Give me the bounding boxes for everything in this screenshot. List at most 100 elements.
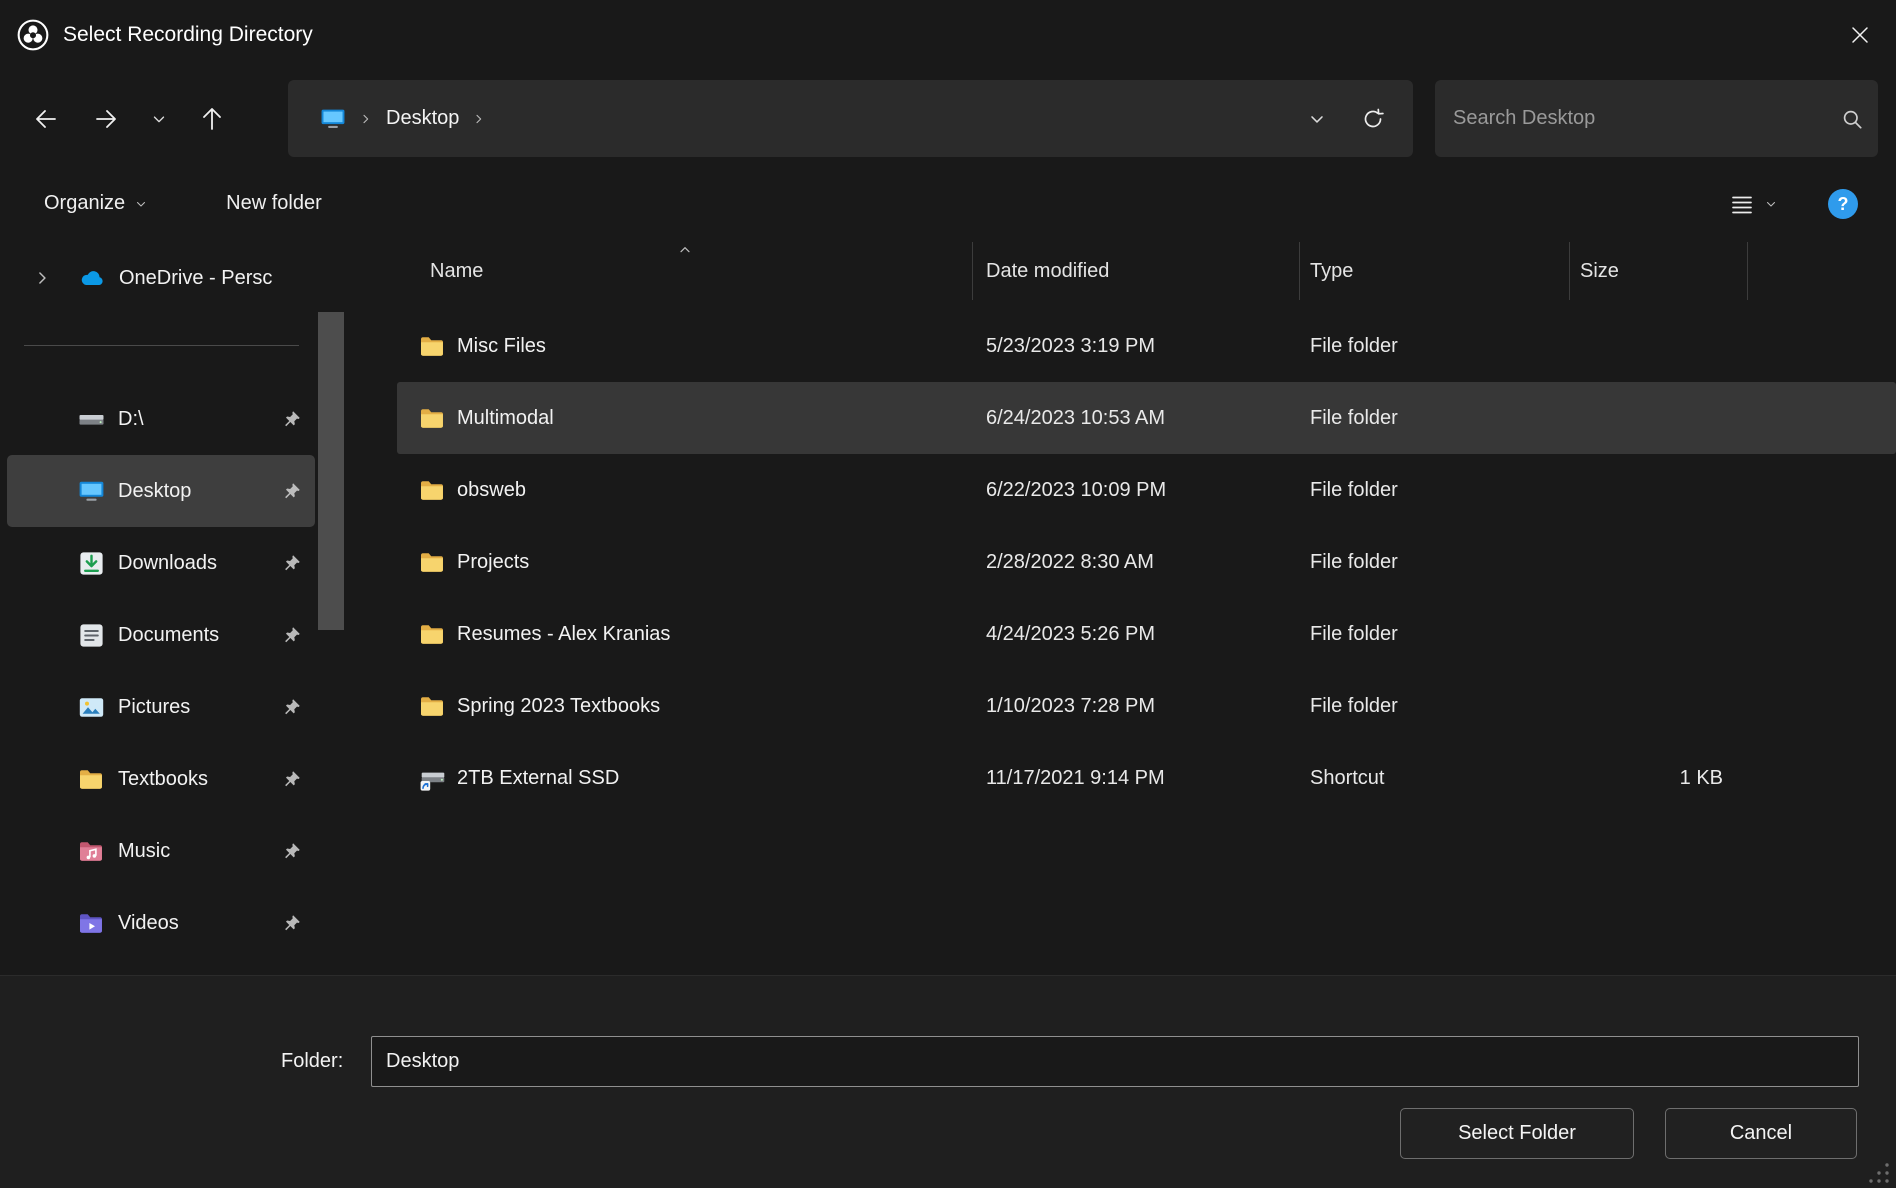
file-row-spring-2023-textbooks[interactable]: Spring 2023 Textbooks 1/10/2023 7:28 PMFi… <box>397 670 1896 742</box>
cancel-button[interactable]: Cancel <box>1665 1108 1857 1159</box>
file-name: Misc Files <box>457 335 546 358</box>
file-type: File folder <box>1300 598 1570 670</box>
pin-icon <box>281 409 302 430</box>
file-date-modified: 6/24/2023 10:53 AM <box>973 382 1300 454</box>
folder-icon <box>419 549 446 576</box>
folder-icon <box>78 766 105 793</box>
chevron-down-icon <box>150 110 168 128</box>
sidebar-item-videos[interactable]: Videos <box>7 887 315 959</box>
chevron-right-icon[interactable] <box>32 268 52 288</box>
forward-button[interactable] <box>76 88 136 150</box>
dialog-footer: Folder: Select Folder Cancel <box>0 975 1896 1188</box>
footer-buttons: Select Folder Cancel <box>1400 1108 1857 1159</box>
file-type: Shortcut <box>1300 742 1570 814</box>
pin-icon <box>281 625 302 646</box>
column-header-label: Name <box>430 260 483 283</box>
breadcrumb-chevron-icon[interactable] <box>358 111 374 127</box>
change-view-button[interactable] <box>1729 191 1778 217</box>
obs-logo-icon <box>16 18 50 52</box>
back-button[interactable] <box>16 88 76 150</box>
column-header-size[interactable]: Size <box>1570 242 1748 300</box>
file-date-modified: 11/17/2021 9:14 PM <box>973 742 1300 814</box>
pin-icon <box>281 913 302 934</box>
sidebar-item-desktop[interactable]: Desktop <box>7 455 315 527</box>
refresh-button[interactable] <box>1345 89 1401 149</box>
folder-name-input[interactable] <box>371 1036 1859 1087</box>
help-button[interactable]: ? <box>1826 187 1860 221</box>
file-size: 1 KB <box>1570 742 1748 814</box>
file-type: File folder <box>1300 670 1570 742</box>
svg-text:?: ? <box>1838 194 1849 214</box>
file-row-projects[interactable]: Projects2/28/2022 8:30 AMFile folder <box>397 526 1896 598</box>
pictures-icon <box>78 694 105 721</box>
window-title: Select Recording Directory <box>63 23 313 47</box>
sidebar-item-onedrive-personal[interactable]: OneDrive - Persc <box>0 248 330 308</box>
sidebar-item-label: Music <box>118 840 170 863</box>
view-list-icon <box>1729 191 1755 217</box>
sidebar-item-list: D:\ DesktopDownloadsDocuments Pictures Text… <box>0 383 365 959</box>
file-row-obsweb[interactable]: obsweb6/22/2023 10:09 PMFile folder <box>397 454 1896 526</box>
organize-button[interactable]: Organize <box>44 192 148 215</box>
documents-icon <box>78 622 105 649</box>
back-arrow-icon <box>32 105 60 133</box>
file-size <box>1570 670 1748 742</box>
column-header-label: Type <box>1310 260 1353 283</box>
sidebar-item-d[interactable]: D:\ <box>7 383 315 455</box>
search-box[interactable] <box>1435 80 1878 157</box>
address-dropdown-button[interactable] <box>1289 89 1345 149</box>
file-type: File folder <box>1300 454 1570 526</box>
sidebar-item-music[interactable]: Music <box>7 815 315 887</box>
file-row-2tb-external-ssd[interactable]: 2TB External SSD11/17/2021 9:14 PMShortc… <box>397 742 1896 814</box>
column-header-label: Date modified <box>986 260 1109 283</box>
sidebar-item-label: D:\ <box>118 408 144 431</box>
forward-arrow-icon <box>92 105 120 133</box>
file-row-resumes-alex-kranias[interactable]: Resumes - Alex Kranias4/24/2023 5:26 PMF… <box>397 598 1896 670</box>
file-type: File folder <box>1300 526 1570 598</box>
videos-icon <box>78 910 105 937</box>
sidebar-item-downloads[interactable]: Downloads <box>7 527 315 599</box>
folder-icon <box>419 333 446 360</box>
sidebar-item-label: Textbooks <box>118 768 208 791</box>
resize-grip[interactable] <box>1865 1159 1891 1185</box>
search-icon <box>1840 107 1864 131</box>
file-date-modified: 1/10/2023 7:28 PM <box>973 670 1300 742</box>
titlebar: Select Recording Directory <box>0 0 1896 70</box>
folder-input-row: Folder: <box>281 1036 1859 1087</box>
file-size <box>1570 310 1748 382</box>
breadcrumb-chevron-icon[interactable] <box>471 111 487 127</box>
breadcrumb-segment-desktop[interactable]: Desktop <box>386 107 459 130</box>
scrollbar-thumb[interactable] <box>318 312 344 630</box>
organize-label: Organize <box>44 192 125 215</box>
onedrive-icon <box>78 264 106 292</box>
file-date-modified: 5/23/2023 3:19 PM <box>973 310 1300 382</box>
file-date-modified: 2/28/2022 8:30 AM <box>973 526 1300 598</box>
address-bar[interactable]: Desktop <box>288 80 1413 157</box>
folder-icon <box>419 693 446 720</box>
select-folder-button[interactable]: Select Folder <box>1400 1108 1634 1159</box>
command-bar: Organize New folder ? <box>0 157 1896 242</box>
new-folder-button[interactable]: New folder <box>226 192 322 215</box>
sidebar-item-documents[interactable]: Documents <box>7 599 315 671</box>
sidebar-item-pictures[interactable]: Pictures <box>7 671 315 743</box>
sidebar-scrollbar[interactable] <box>318 304 344 965</box>
column-header-date-modified[interactable]: Date modified <box>973 242 1300 300</box>
new-folder-label: New folder <box>226 192 322 215</box>
file-name: Spring 2023 Textbooks <box>457 695 660 718</box>
navigation-toolbar: Desktop <box>0 80 1896 157</box>
file-size <box>1570 454 1748 526</box>
sidebar-item-textbooks[interactable]: Textbooks <box>7 743 315 815</box>
recent-locations-button[interactable] <box>136 88 182 150</box>
file-row-multimodal[interactable]: Multimodal6/24/2023 10:53 AMFile folder <box>397 382 1896 454</box>
column-header-name[interactable]: Name <box>397 242 973 300</box>
column-header-type[interactable]: Type <box>1300 242 1570 300</box>
file-size <box>1570 526 1748 598</box>
up-button[interactable] <box>182 88 242 150</box>
sidebar-item-label: Pictures <box>118 696 190 719</box>
sidebar-item-label: OneDrive - Persc <box>119 267 272 290</box>
pin-icon <box>281 697 302 718</box>
close-button[interactable] <box>1824 0 1896 70</box>
search-input[interactable] <box>1453 107 1840 130</box>
file-row-misc-files[interactable]: Misc Files5/23/2023 3:19 PMFile folder <box>397 310 1896 382</box>
chevron-down-icon <box>1307 109 1327 129</box>
music-icon <box>78 838 105 865</box>
